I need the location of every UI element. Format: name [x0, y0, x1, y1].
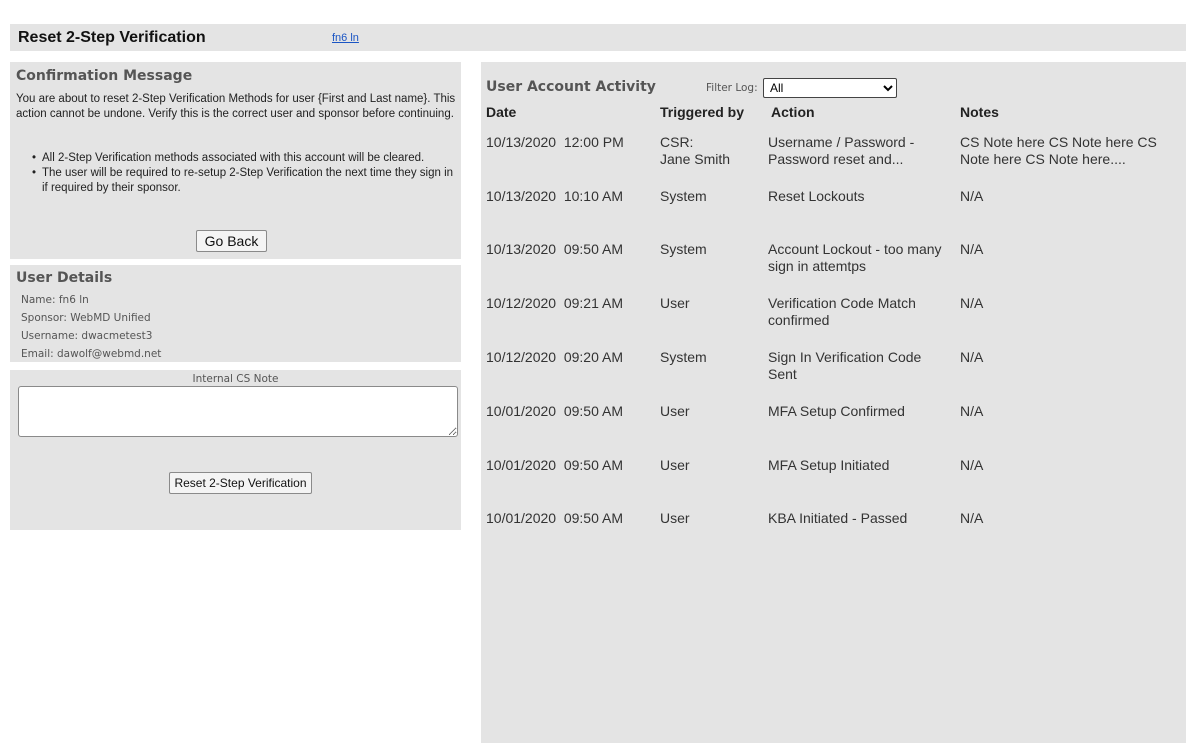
user-details-list: Name: fn6 ln Sponsor: WebMD Unified User…: [21, 291, 161, 363]
activity-triggered-by: System: [660, 349, 707, 365]
activity-date: 10/12/2020 09:21 AM: [486, 295, 623, 311]
column-header-notes: Notes: [960, 104, 999, 120]
activity-notes: N/A: [960, 349, 984, 365]
activity-triggered-by: User: [660, 510, 690, 526]
activity-triggered-by: System: [660, 188, 707, 204]
user-sponsor: Sponsor: WebMD Unified: [21, 312, 151, 324]
user-email: Email: dawolf@webmd.net: [21, 348, 162, 360]
activity-notes: N/A: [960, 188, 984, 204]
activity-notes: N/A: [960, 241, 984, 257]
activity-panel: User Account Activity Filter Log: All Da…: [481, 62, 1186, 743]
activity-date: 10/13/2020 12:00 PM: [486, 134, 624, 150]
column-header-action: Action: [771, 104, 815, 120]
activity-notes: N/A: [960, 403, 984, 419]
user-details-title: User Details: [16, 270, 113, 286]
filter-log-select[interactable]: All: [763, 78, 897, 98]
user-name: Name: fn6 ln: [21, 294, 89, 306]
activity-date: 10/13/2020 09:50 AM: [486, 241, 623, 257]
activity-action: KBA Initiated - Passed: [768, 510, 908, 526]
page-title: Reset 2-Step Verification: [18, 29, 206, 46]
column-header-triggered-by: Triggered by: [660, 104, 745, 120]
activity-notes: N/A: [960, 510, 984, 526]
activity-date: 10/12/2020 09:20 AM: [486, 349, 623, 365]
go-back-button[interactable]: Go Back: [196, 230, 267, 252]
user-username: Username: dwacmetest3: [21, 330, 153, 342]
activity-action: MFA Setup Confirmed: [768, 403, 905, 419]
user-details-panel: User Details Name: fn6 ln Sponsor: WebMD…: [10, 265, 461, 362]
cs-note-textarea[interactable]: [18, 386, 458, 437]
user-name-link[interactable]: fn6 ln: [332, 32, 359, 44]
activity-triggered-by: User: [660, 295, 690, 311]
activity-action: MFA Setup Initiated: [768, 457, 890, 473]
activity-row: 10/01/2020 09:50 AM User MFA Setup Confi…: [481, 403, 1186, 453]
activity-action: Account Lockout - too many sign in attem…: [768, 241, 942, 274]
activity-triggered-by: CSR: Jane Smith: [660, 134, 731, 167]
activity-date: 10/01/2020 09:50 AM: [486, 510, 623, 526]
cs-note-panel: Internal CS Note Reset 2-Step Verificati…: [10, 370, 461, 530]
activity-date: 10/01/2020 09:50 AM: [486, 457, 623, 473]
activity-action: Reset Lockouts: [768, 188, 865, 204]
activity-row: 10/13/2020 10:10 AM System Reset Lockout…: [481, 188, 1186, 238]
header-bar: Reset 2-Step Verification fn6 ln: [10, 24, 1186, 51]
activity-triggered-by: User: [660, 457, 690, 473]
column-header-date: Date: [486, 104, 517, 120]
reset-verification-button[interactable]: Reset 2-Step Verification: [169, 472, 312, 494]
activity-action: Sign In Verification Code Sent: [768, 349, 922, 382]
activity-triggered-by: User: [660, 403, 690, 419]
activity-row: 10/12/2020 09:20 AM System Sign In Verif…: [481, 349, 1186, 399]
confirmation-bullet: The user will be required to re-setup 2-…: [32, 166, 457, 196]
confirmation-bullet: All 2-Step Verification methods associat…: [32, 151, 457, 166]
activity-row: 10/13/2020 09:50 AM System Account Locko…: [481, 241, 1186, 291]
cs-note-label: Internal CS Note: [192, 373, 279, 385]
activity-action: Username / Password - Password reset and…: [768, 134, 915, 167]
activity-notes: N/A: [960, 295, 984, 311]
confirmation-panel: Confirmation Message You are about to re…: [10, 62, 461, 259]
confirmation-bullets: All 2-Step Verification methods associat…: [32, 151, 457, 196]
activity-row: 10/12/2020 09:21 AM User Verification Co…: [481, 295, 1186, 345]
activity-notes: CS Note here CS Note here CS Note here C…: [960, 134, 1157, 167]
activity-action: Verification Code Match confirmed: [768, 295, 916, 328]
filter-log-label: Filter Log:: [706, 82, 758, 94]
activity-row: 10/13/2020 12:00 PM CSR: Jane Smith User…: [481, 134, 1186, 184]
activity-triggered-by: System: [660, 241, 707, 257]
activity-row: 10/01/2020 09:50 AM User KBA Initiated -…: [481, 510, 1186, 560]
confirmation-message: You are about to reset 2-Step Verificati…: [16, 93, 456, 120]
activity-date: 10/01/2020 09:50 AM: [486, 403, 623, 419]
activity-row: 10/01/2020 09:50 AM User MFA Setup Initi…: [481, 457, 1186, 507]
confirmation-title: Confirmation Message: [16, 68, 193, 84]
activity-date: 10/13/2020 10:10 AM: [486, 188, 623, 204]
activity-title: User Account Activity: [486, 79, 656, 95]
activity-notes: N/A: [960, 457, 984, 473]
